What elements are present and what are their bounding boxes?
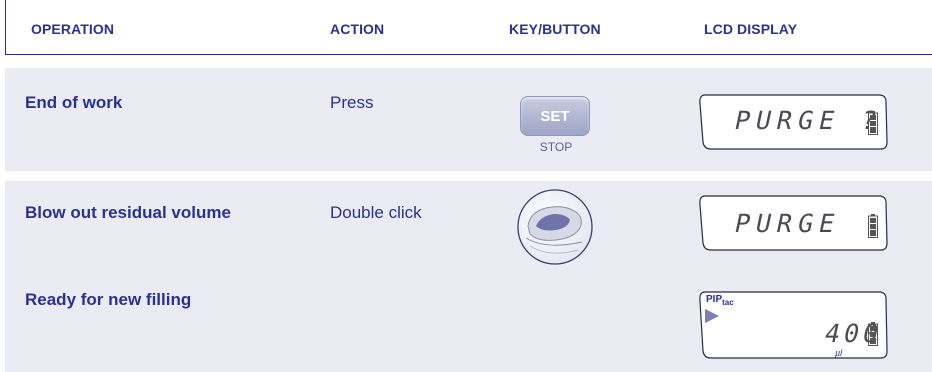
header-operation: OPERATION — [31, 21, 115, 37]
logo-sub: tac — [722, 298, 734, 307]
action-press: Press — [330, 93, 374, 112]
battery-icon — [868, 111, 878, 135]
pipette-logo: PIPtac — [706, 294, 734, 307]
set-button[interactable]: SET — [520, 96, 590, 136]
lcd-text: PURGE — [731, 209, 844, 238]
table-header: OPERATION ACTION KEY/BUTTON LCD DISPLAY — [5, 0, 932, 55]
battery-icon — [868, 322, 878, 346]
operation-blow-out: Blow out residual volume — [25, 203, 231, 222]
operation-ready: Ready for new filling — [25, 290, 192, 309]
logo-text: PIP — [706, 294, 723, 305]
lcd-text: PURGE ? — [731, 106, 886, 135]
pipette-button-icon[interactable] — [516, 188, 594, 266]
header-key-button: KEY/BUTTON — [509, 21, 601, 37]
lcd-display-purge: PURGE — [697, 193, 890, 253]
header-action: ACTION — [330, 21, 385, 37]
action-double-click: Double click — [330, 203, 422, 222]
lcd-unit: µl — [835, 348, 843, 358]
battery-icon — [868, 214, 878, 238]
operation-end-of-work: End of work — [25, 93, 123, 112]
play-arrow-icon — [705, 309, 719, 323]
stop-label: STOP — [539, 140, 573, 154]
lcd-display-purge-question: PURGE ? — [697, 92, 890, 152]
lcd-display-volume: PIPtac 400 µl — [697, 289, 890, 361]
set-button-label: SET — [540, 107, 570, 125]
header-lcd-display: LCD DISPLAY — [704, 21, 798, 37]
